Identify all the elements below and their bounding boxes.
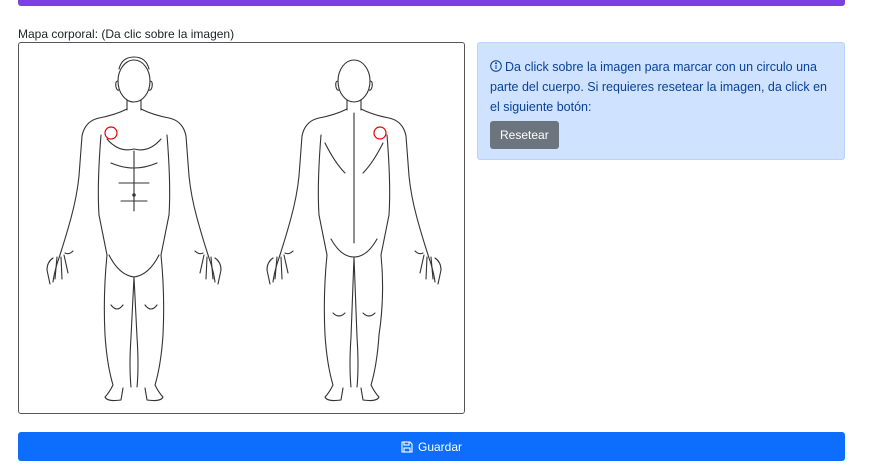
info-text: Da click sobre la imagen para marcar con… (490, 60, 827, 114)
save-button[interactable]: Guardar (18, 432, 845, 461)
front-body-figure (46, 56, 222, 402)
back-body-figure (266, 59, 442, 402)
info-alert: Da click sobre la imagen para marcar con… (477, 42, 845, 160)
floppy-disk-icon (401, 440, 413, 453)
info-circle-icon (490, 60, 502, 72)
top-accent-bar (18, 0, 845, 6)
reset-button[interactable]: Resetear (490, 121, 559, 149)
front-chest-marker[interactable] (104, 126, 118, 140)
body-map-canvas[interactable] (18, 42, 465, 414)
save-button-label: Guardar (417, 439, 463, 454)
back-shoulder-marker[interactable] (373, 126, 387, 140)
body-map-label: Mapa corporal: (Da clic sobre la imagen) (18, 27, 235, 41)
